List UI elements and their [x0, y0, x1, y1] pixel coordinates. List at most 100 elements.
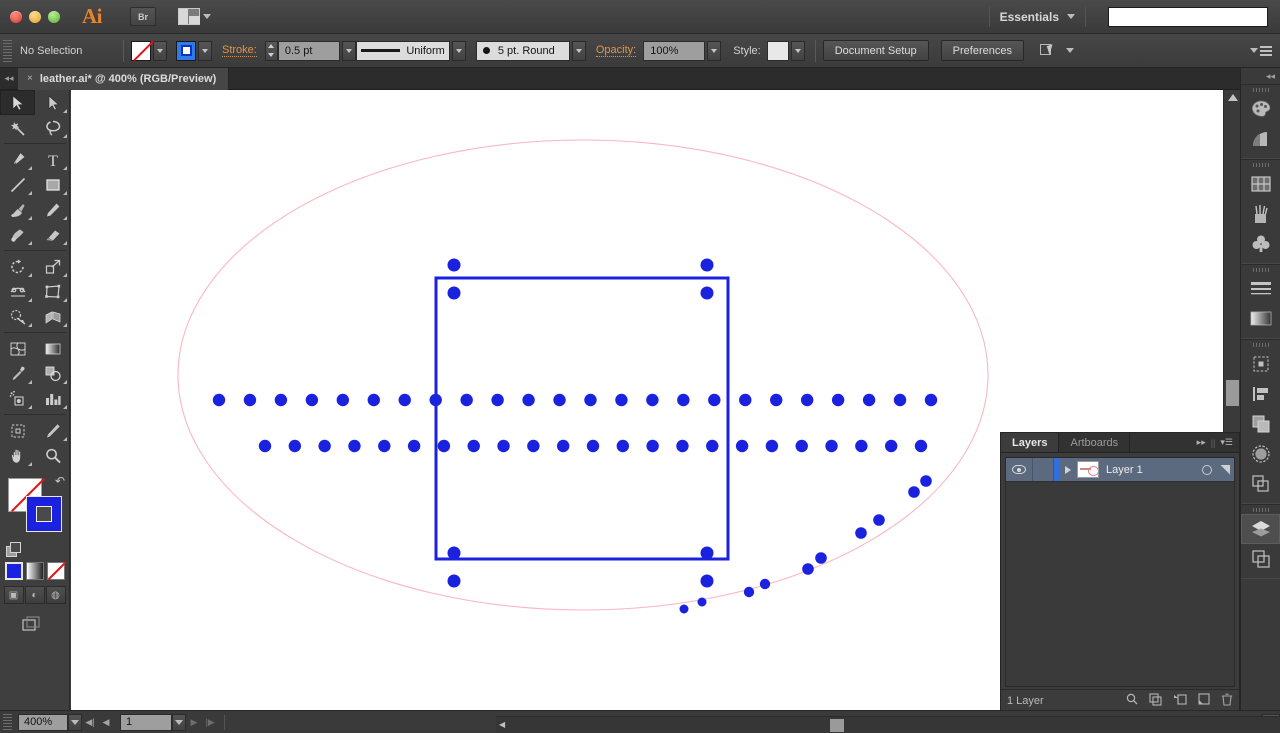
scrollbar-thumb[interactable]	[1226, 380, 1239, 406]
graphic-style-swatch[interactable]	[766, 40, 789, 61]
artboard-tool[interactable]	[0, 418, 35, 443]
locate-object-icon[interactable]	[1126, 693, 1138, 708]
pencil-tool[interactable]	[35, 197, 70, 222]
symbol-sprayer-tool[interactable]	[0, 386, 35, 411]
stroke-profile-dropdown-button[interactable]	[451, 40, 466, 61]
anchor-point[interactable]	[893, 393, 907, 407]
color-guide-panel-icon[interactable]	[1241, 124, 1280, 154]
anchor-point[interactable]	[862, 393, 876, 407]
appearance-panel-icon[interactable]	[1241, 469, 1280, 499]
type-tool[interactable]: T	[35, 147, 70, 172]
stroke-panel-icon[interactable]	[1241, 274, 1280, 304]
anchor-point[interactable]	[873, 514, 885, 526]
anchor-point[interactable]	[743, 586, 755, 598]
slice-tool[interactable]	[35, 418, 70, 443]
stroke-color-swatch[interactable]	[26, 496, 62, 532]
graphic-style-dropdown-button[interactable]	[790, 40, 805, 61]
dock-grip[interactable]	[1241, 265, 1280, 274]
anchor-point[interactable]	[437, 439, 451, 453]
previous-artboard-button[interactable]: ◀	[98, 717, 114, 728]
anchor-point[interactable]	[815, 552, 827, 564]
document-tab[interactable]: × leather.ai* @ 400% (RGB/Preview)	[18, 67, 230, 90]
anchor-point[interactable]	[700, 546, 714, 560]
collapse-panel-icon[interactable]: ▸▸	[1197, 437, 1206, 448]
panel-menu-icon[interactable]: ▾☰	[1220, 437, 1233, 448]
stroke-weight-label[interactable]: Stroke:	[222, 44, 257, 57]
layer-visibility-toggle[interactable]	[1006, 465, 1032, 474]
fill-swatch[interactable]	[131, 40, 151, 61]
zoom-tool[interactable]	[35, 443, 70, 468]
anchor-point[interactable]	[855, 527, 867, 539]
anchor-point[interactable]	[825, 439, 838, 453]
anchor-point[interactable]	[429, 393, 442, 407]
anchor-point[interactable]	[348, 439, 361, 453]
stroke-weight-field[interactable]: 0.5 pt	[277, 40, 340, 61]
screen-mode-button[interactable]	[0, 616, 69, 634]
stroke-weight-dropdown-button[interactable]	[341, 40, 356, 61]
anchor-point[interactable]	[908, 486, 920, 498]
anchor-point[interactable]	[447, 574, 461, 588]
anchor-point[interactable]	[920, 475, 932, 487]
close-icon[interactable]: ×	[27, 73, 33, 84]
anchor-point[interactable]	[800, 393, 814, 407]
layer-name[interactable]: Layer 1	[1106, 464, 1194, 476]
make-clipping-mask-icon[interactable]	[1149, 692, 1162, 709]
anchor-point[interactable]	[460, 393, 473, 407]
document-setup-button[interactable]: Document Setup	[822, 40, 929, 61]
create-new-sublayer-icon[interactable]	[1173, 693, 1187, 709]
mesh-tool[interactable]	[0, 336, 35, 361]
scroll-left-icon[interactable]: ◀	[499, 720, 505, 729]
anchor-point[interactable]	[367, 393, 380, 407]
anchor-point[interactable]	[467, 439, 480, 453]
expand-panels-icon[interactable]: ◂◂	[1241, 68, 1280, 84]
artboards-panel-icon[interactable]	[1241, 544, 1280, 574]
lasso-tool[interactable]	[35, 115, 70, 140]
pen-tool[interactable]	[0, 147, 35, 172]
control-bar-panel-menu[interactable]	[1250, 45, 1272, 56]
close-window-button[interactable]	[10, 10, 22, 23]
selection-tool[interactable]	[0, 90, 35, 115]
anchor-point[interactable]	[615, 393, 628, 407]
anchor-point[interactable]	[706, 439, 719, 453]
draw-inside-button[interactable]: ◍	[45, 586, 66, 604]
transform-panel-icon[interactable]	[1241, 349, 1280, 379]
canvas-horizontal-scrollbar[interactable]: ◀	[496, 716, 1280, 733]
opacity-field[interactable]: 100%	[643, 40, 706, 61]
stroke-weight-stepper[interactable]	[264, 40, 278, 61]
anchor-point[interactable]	[884, 439, 898, 453]
line-segment-tool[interactable]	[0, 172, 35, 197]
anchor-point[interactable]	[770, 393, 783, 407]
gradient-mode-button[interactable]	[25, 562, 44, 580]
swap-fill-stroke-icon[interactable]: ↶	[55, 474, 65, 488]
eraser-tool[interactable]	[35, 222, 70, 247]
anchor-point[interactable]	[697, 597, 707, 607]
layers-panel-icon[interactable]	[1241, 514, 1280, 544]
anchor-point[interactable]	[274, 393, 288, 407]
brush-definition-dropdown-button[interactable]	[571, 40, 586, 61]
launch-bridge-button[interactable]: Br	[130, 7, 156, 26]
anchor-point[interactable]	[679, 604, 689, 614]
status-bar-grip[interactable]	[3, 714, 12, 730]
color-panel-icon[interactable]	[1241, 94, 1280, 124]
delete-selection-icon[interactable]	[1221, 693, 1233, 709]
anchor-point[interactable]	[378, 439, 391, 453]
minimize-window-button[interactable]	[29, 10, 41, 23]
anchor-point[interactable]	[243, 393, 257, 407]
tab-layers[interactable]: Layers	[1001, 433, 1060, 452]
hand-tool[interactable]	[0, 443, 35, 468]
zoom-level-dropdown-button[interactable]	[68, 713, 82, 731]
align-panel-icon[interactable]	[1241, 379, 1280, 409]
stroke-dropdown-button[interactable]	[198, 40, 212, 61]
anchor-point[interactable]	[855, 439, 868, 453]
blob-brush-tool[interactable]	[0, 222, 35, 247]
rotate-tool[interactable]	[0, 254, 35, 279]
anchor-point[interactable]	[553, 393, 566, 407]
select-similar-objects-icon[interactable]	[1039, 43, 1060, 58]
last-artboard-button[interactable]: |▶	[202, 717, 218, 728]
eyedropper-tool[interactable]	[0, 361, 35, 386]
tab-artboards[interactable]: Artboards	[1059, 433, 1131, 452]
anchor-point[interactable]	[318, 439, 331, 453]
horizontal-scrollbar-thumb[interactable]	[830, 719, 844, 732]
search-input[interactable]	[1108, 6, 1268, 27]
dock-grip[interactable]	[1241, 160, 1280, 169]
